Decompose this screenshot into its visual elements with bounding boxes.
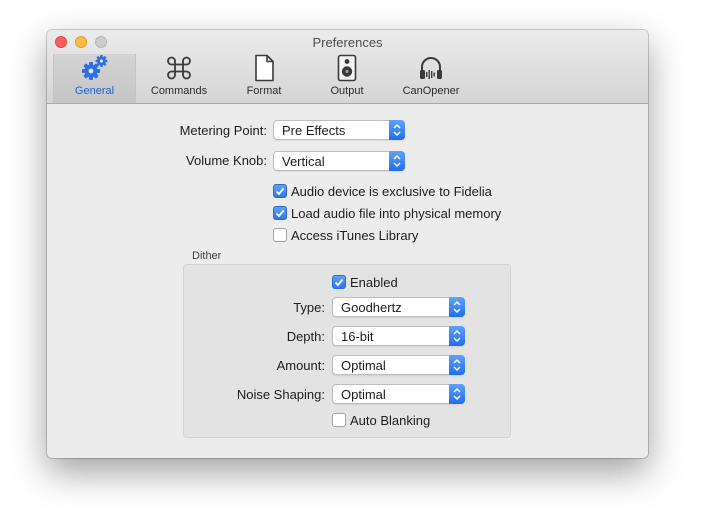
checkbox-label: Auto Blanking <box>350 413 431 428</box>
toolbar-item-label: Format <box>246 85 282 97</box>
speaker-icon <box>315 54 379 82</box>
dither-group-label: Dither <box>192 250 222 262</box>
checkbox-box <box>273 228 287 242</box>
toolbar-item-general[interactable]: General <box>53 54 136 103</box>
toolbar-item-label: CanOpener <box>402 85 460 97</box>
checkbox-label: Access iTunes Library <box>291 228 419 243</box>
volume-knob-label: Volume Knob: <box>186 153 267 168</box>
metering-point-value: Pre Effects <box>282 123 346 138</box>
dither-amount-select[interactable]: Optimal <box>332 355 465 375</box>
metering-point-select[interactable]: Pre Effects <box>273 120 405 140</box>
select-arrows-icon <box>449 384 465 404</box>
noise-shaping-select[interactable]: Optimal <box>332 384 465 404</box>
checkmark-icon <box>273 206 287 220</box>
toolbar-item-commands[interactable]: Commands <box>139 54 219 103</box>
checkbox-label: Audio device is exclusive to Fidelia <box>291 184 492 199</box>
preferences-window: Preferences General Commands Format Outp… <box>47 30 648 458</box>
select-arrows-icon <box>389 151 405 171</box>
select-arrows-icon <box>449 326 465 346</box>
toolbar-item-label: General <box>74 85 115 97</box>
toolbar-item-label: Output <box>330 85 364 97</box>
select-arrows-icon <box>389 120 405 140</box>
select-arrows-icon <box>449 355 465 375</box>
toolbar-item-format[interactable]: Format <box>229 54 299 103</box>
dither-type-label: Type: <box>293 300 325 315</box>
checkbox-label: Load audio file into physical memory <box>291 206 502 221</box>
volume-knob-select[interactable]: Vertical <box>273 151 405 171</box>
command-key-icon <box>139 54 219 82</box>
dither-depth-select[interactable]: 16-bit <box>332 326 465 346</box>
headphones-icon <box>397 54 465 82</box>
toolbar-item-canopener[interactable]: CanOpener <box>397 54 465 103</box>
dither-depth-label: Depth: <box>286 329 325 344</box>
dither-type-select[interactable]: Goodhertz <box>332 297 465 317</box>
gears-icon <box>54 54 135 82</box>
noise-shaping-label: Noise Shaping: <box>236 387 325 402</box>
checkmark-icon <box>273 184 287 198</box>
checkmark-icon <box>332 275 346 289</box>
title-bar: Preferences General Commands Format Outp… <box>47 30 648 104</box>
metering-point-label: Metering Point: <box>179 123 267 138</box>
dither-amount-value: Optimal <box>341 358 386 373</box>
volume-knob-value: Vertical <box>282 154 325 169</box>
window-title: Preferences <box>312 35 383 50</box>
document-icon <box>229 54 299 82</box>
toolbar-item-output[interactable]: Output <box>315 54 379 103</box>
select-arrows-icon <box>449 297 465 317</box>
dither-depth-value: 16-bit <box>341 329 374 344</box>
checkbox-box <box>332 413 346 427</box>
dither-group-box <box>183 264 511 438</box>
noise-shaping-value: Optimal <box>341 387 386 402</box>
dither-amount-label: Amount: <box>276 358 325 373</box>
dither-type-value: Goodhertz <box>341 300 402 315</box>
checkbox-label: Enabled <box>350 275 398 290</box>
toolbar-item-label: Commands <box>150 85 208 97</box>
